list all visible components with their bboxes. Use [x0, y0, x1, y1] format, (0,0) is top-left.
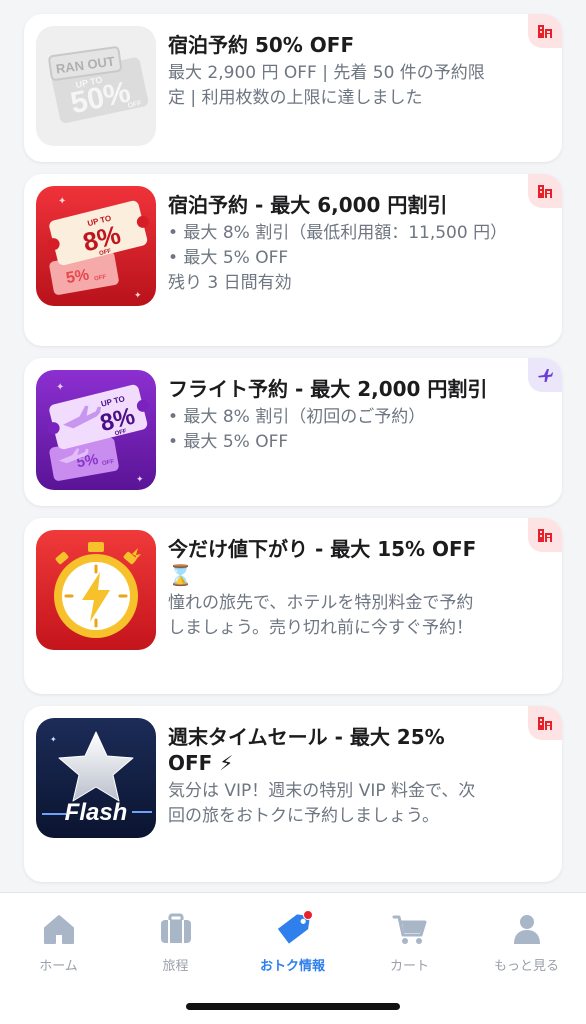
hotel-icon [538, 25, 552, 38]
svg-text:✦: ✦ [56, 382, 64, 393]
stopwatch-icon [36, 530, 156, 650]
deal-card-flight-2000-off[interactable]: 5% OFF UP TO 8% OFF ✦ ✦ フライト予約 - 最大 2,00… [24, 358, 562, 506]
hotel-category-badge [528, 174, 562, 208]
deal-description-line: • 最大 5% OFF [168, 248, 289, 268]
deal-description-line: しましょう。売り切れ前に今すぐ予約！ [168, 618, 473, 638]
deal-title-continued: OFF ⚡ [168, 751, 234, 775]
suitcase-icon [160, 913, 191, 943]
tab-home[interactable]: ホーム [0, 911, 117, 975]
deal-description-line: 回の旅をおトクに予約しましょう。 [168, 806, 439, 826]
deal-content: 今だけ値下がり - 最大 15% OFF ⌛ 憧れの旅先で、ホテルを特別料金で予… [168, 536, 522, 641]
deal-validity-text: 残り 3 日間有効 [168, 273, 292, 293]
hotel-category-badge [528, 14, 562, 48]
tab-more[interactable]: もっと見る [468, 911, 585, 975]
deal-content: 週末タイムセール - 最大 25% OFF ⚡ 気分は VIP！週末の特別 VI… [168, 724, 522, 829]
tab-deals[interactable]: おトク情報 [234, 910, 351, 975]
svg-text:✦: ✦ [58, 196, 66, 207]
stopwatch-image [36, 530, 156, 650]
deal-description-line: 最大 2,900 円 OFF | 先着 50 件の予約限 [168, 63, 485, 83]
hotel-category-badge [528, 706, 562, 740]
flight-coupon-icon: 5% OFF UP TO 8% OFF ✦ ✦ [36, 370, 156, 490]
deal-card-hotel-6000-off[interactable]: 5% OFF UP TO 8% OFF ✦ ✦ 宿泊予約 - 最大 6,000 … [24, 174, 562, 346]
plane-icon [538, 369, 553, 382]
tab-label: カート [389, 959, 429, 974]
deal-description-line: • 最大 5% OFF [168, 432, 289, 452]
deal-title: 宿泊予約 - 最大 6,000 円割引 [168, 193, 448, 217]
cart-icon [392, 915, 426, 944]
hotel-icon [538, 529, 552, 542]
star-flash-icon: Flash ✦ [36, 718, 156, 838]
deal-title: 週末タイムセール - 最大 25% [168, 725, 445, 749]
tab-itinerary[interactable]: 旅程 [117, 911, 234, 975]
tab-cart[interactable]: カート [351, 911, 468, 975]
deal-title: 今だけ値下がり - 最大 15% OFF [168, 537, 477, 561]
deal-description-line: • 最大 8% 割引（初回のご予約） [168, 407, 426, 427]
svg-text:✦: ✦ [50, 735, 57, 744]
notification-dot [302, 910, 313, 920]
deal-content: フライト予約 - 最大 2,000 円割引 • 最大 8% 割引（初回のご予約）… [168, 376, 522, 455]
deal-card-hotel-50-off[interactable]: 50% UP TO OFF RAN OUT 宿泊予約 50% OFF 最大 2,… [24, 14, 562, 162]
deal-title: フライト予約 - 最大 2,000 円割引 [168, 377, 488, 401]
hotel-icon [538, 185, 552, 198]
ran-out-coupon-image: 50% UP TO OFF RAN OUT [36, 26, 156, 146]
tab-label: おトク情報 [259, 959, 325, 974]
deal-card-weekend-sale[interactable]: Flash ✦ 週末タイムセール - 最大 25% OFF ⚡ 気分は VIP！… [24, 706, 562, 882]
home-indicator [186, 1003, 400, 1010]
svg-text:✦: ✦ [136, 475, 144, 485]
hotel-coupon-image: 5% OFF UP TO 8% OFF ✦ ✦ [36, 186, 156, 306]
tab-label: もっと見る [493, 959, 559, 974]
flash-text: Flash [65, 799, 128, 826]
deal-content: 宿泊予約 - 最大 6,000 円割引 • 最大 8% 割引（最低利用額：11,… [168, 192, 522, 296]
flash-sale-image: Flash ✦ [36, 718, 156, 838]
deal-content: 宿泊予約 50% OFF 最大 2,900 円 OFF | 先着 50 件の予約… [168, 32, 522, 111]
flight-category-badge [528, 358, 562, 392]
deal-description-line: • 最大 8% 割引（最低利用額：11,500 円） [168, 223, 508, 243]
ran-out-coupon-icon: 50% UP TO OFF RAN OUT [36, 26, 156, 146]
home-icon [43, 915, 74, 944]
svg-text:✦: ✦ [134, 291, 142, 301]
tab-label: 旅程 [162, 959, 189, 974]
flight-coupon-image: 5% OFF UP TO 8% OFF ✦ ✦ [36, 370, 156, 490]
deal-description-line: 気分は VIP！週末の特別 VIP 料金で、次 [168, 781, 476, 801]
deal-description-line: 憧れの旅先で、ホテルを特別料金で予約 [168, 593, 474, 613]
deal-title: 宿泊予約 50% OFF [168, 33, 355, 57]
hotel-coupon-icon: 5% OFF UP TO 8% OFF ✦ ✦ [36, 186, 156, 306]
hotel-category-badge [528, 518, 562, 552]
deal-card-price-drop[interactable]: 今だけ値下がり - 最大 15% OFF ⌛ 憧れの旅先で、ホテルを特別料金で予… [24, 518, 562, 694]
tab-label: ホーム [39, 959, 78, 974]
hotel-icon [538, 717, 552, 730]
deals-list: 50% UP TO OFF RAN OUT 宿泊予約 50% OFF 最大 2,… [0, 0, 586, 892]
deal-description-line: 定 | 利用枚数の上限に達しました [168, 88, 423, 108]
hourglass-icon: ⌛ [168, 563, 193, 587]
person-icon [513, 915, 540, 944]
